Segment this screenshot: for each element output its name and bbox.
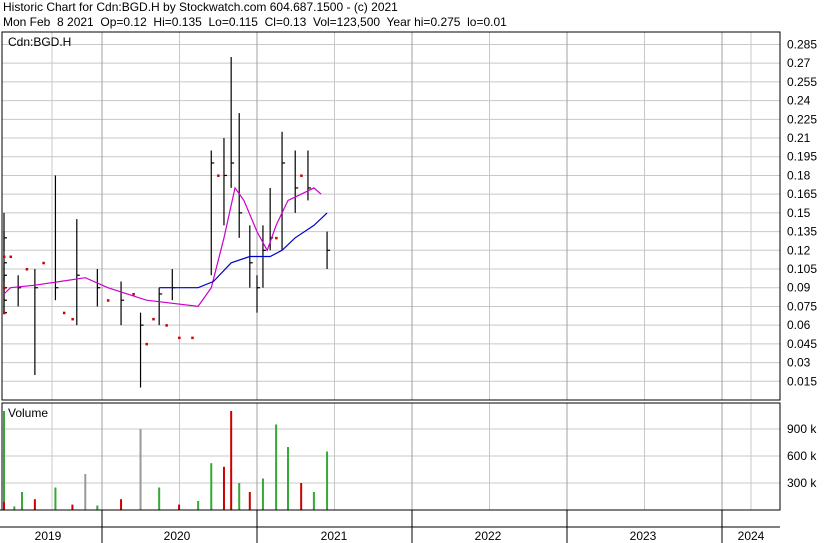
unchanged-tick (217, 174, 220, 177)
x-tick-label: 2019 (35, 529, 62, 543)
volume-bar (96, 505, 99, 510)
price-tick-label: 0.15 (787, 206, 811, 220)
grid (1, 32, 780, 510)
x-tick-label: 2021 (321, 529, 348, 543)
volume-bar (13, 506, 16, 510)
unchanged-tick (3, 286, 6, 290)
volume-bar (222, 466, 225, 510)
price-tick-label: 0.255 (787, 75, 817, 89)
unchanged-tick (275, 236, 278, 240)
price-tick-label: 0.195 (787, 150, 817, 164)
price-tick-label: 0.075 (787, 299, 817, 313)
price-tick-label: 0.045 (787, 337, 817, 351)
x-axis: 2019 2020 2021 2022 2023 2024 (0, 509, 780, 543)
volume-bar (3, 501, 5, 510)
volume-bar (84, 474, 87, 510)
volume-bar (248, 492, 251, 510)
price-tick-label: 0.165 (787, 187, 817, 201)
unchanged-tick (3, 255, 6, 259)
volume-bar (21, 492, 23, 510)
volume-tick-label: 600 k (787, 449, 817, 463)
volume-bar (287, 447, 289, 510)
price-tick-label: 0.24 (787, 94, 811, 108)
unchanged-tick (178, 336, 181, 340)
volume-bar (312, 492, 315, 510)
x-tick-label: 2024 (738, 529, 765, 543)
unchanged-tick (42, 261, 45, 265)
volume-panel-title: Volume (8, 406, 48, 420)
volume-tick-label: 900 k (787, 422, 817, 436)
price-tick-label: 0.12 (787, 243, 811, 257)
unchanged-tick (300, 174, 303, 177)
volume-bar (139, 429, 142, 510)
price-tick-label: 0.21 (787, 131, 811, 145)
unchanged-tick (62, 311, 66, 315)
price-tick-label: 0.225 (787, 112, 817, 126)
volume-bar (326, 451, 329, 510)
unchanged-tick (25, 268, 29, 271)
volume-bar (210, 463, 213, 510)
volume-bar (71, 504, 74, 510)
volume-bar (230, 411, 233, 510)
price-tick-label: 0.06 (787, 318, 811, 332)
volume-bar (178, 504, 181, 510)
volume-tick-label: 300 k (787, 476, 817, 490)
volume-bar (238, 483, 241, 510)
price-panel: Cdn:BGD.H (1, 31, 781, 401)
volume-bar (33, 499, 36, 510)
volume-bar (197, 501, 200, 510)
price-tick-label: 0.03 (787, 356, 811, 370)
x-tick-label: 2020 (164, 529, 191, 543)
price-tick-label: 0.09 (787, 281, 811, 295)
volume-bar (158, 487, 161, 510)
volume-bar (300, 483, 303, 510)
unchanged-tick (152, 317, 155, 321)
price-tick-label: 0.105 (787, 262, 817, 276)
volume-bar (54, 487, 57, 510)
price-panel-frame (1, 31, 781, 401)
price-tick-label: 0.18 (787, 168, 811, 182)
price-tick-label: 0.285 (787, 37, 817, 51)
unchanged-tick (191, 336, 194, 340)
price-tick-label: 0.135 (787, 225, 817, 239)
unchanged-tick (165, 324, 168, 327)
price-tick-label: 0.27 (787, 56, 811, 70)
x-tick-label: 2023 (630, 529, 657, 543)
price-tick-label: 0.015 (787, 374, 817, 388)
x-tick-label: 2022 (475, 529, 502, 543)
unchanged-tick (132, 292, 135, 296)
volume-bar (261, 478, 264, 510)
volume-bar (275, 424, 278, 510)
unchanged-tick (145, 342, 148, 346)
volume-bar (120, 499, 123, 510)
y-axis: 0.285 0.27 0.255 0.24 0.225 0.21 0.195 0.18 0.16… (787, 37, 817, 490)
price-panel-title: Cdn:BGD.H (8, 35, 71, 49)
unchanged-tick (3, 311, 6, 315)
unchanged-tick (106, 299, 110, 302)
stock-chart: Cdn:BGD.H Volume 2019 2020 2021 2022 2023 202… (0, 31, 817, 543)
unchanged-tick (71, 317, 74, 321)
unchanged-tick (9, 255, 12, 259)
